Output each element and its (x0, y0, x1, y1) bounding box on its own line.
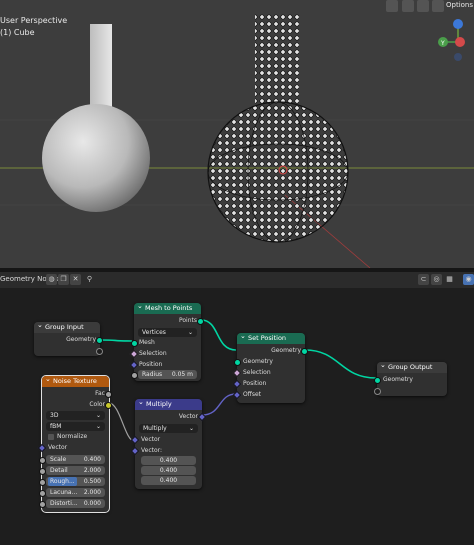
radius-field[interactable]: Radius 0.05 m (138, 370, 197, 379)
normalize-label: Normalize (57, 433, 88, 440)
snap-icon[interactable]: ⊂ (418, 274, 429, 285)
noise-texture-node[interactable]: Noise Texture Fac Color 3D⌄ fBM⌄ Normali… (37, 374, 112, 513)
group-input-geometry-label: Geometry (66, 336, 96, 343)
socket-lacunarity-in[interactable] (39, 490, 46, 497)
group-output-geometry-label: Geometry (383, 376, 413, 383)
socket-mesh-in[interactable] (131, 340, 138, 347)
vector-x-field[interactable]: 0.400 (141, 456, 196, 465)
socket-geometry-out[interactable] (96, 337, 103, 344)
vector-input-1-label: Vector (141, 436, 161, 443)
distortion-field[interactable]: Distorti... 0.000 (46, 499, 105, 508)
toggle-view-button[interactable] (386, 0, 398, 12)
viewport-object-name: (1) Cube (0, 28, 35, 37)
normalize-checkbox[interactable] (48, 434, 54, 440)
options-dropdown[interactable]: Options (446, 1, 473, 9)
selection-input-label: Selection (139, 350, 167, 357)
chevron-down-icon: ⌄ (95, 412, 101, 419)
socket-geometry-in[interactable] (374, 377, 381, 384)
toggle-view-button[interactable] (417, 0, 429, 12)
set-position-node[interactable]: Set Position Geometry Geometry Selection… (232, 331, 308, 403)
operation-dropdown[interactable]: Multiply ⌄ (139, 424, 198, 433)
roughness-field[interactable]: Rough... 0.500 (46, 477, 105, 486)
socket-empty-out[interactable] (96, 348, 103, 355)
socket-distortion-in[interactable] (39, 501, 46, 508)
socket-geometry-in[interactable] (234, 359, 241, 366)
mesh-input-label: Mesh (139, 339, 155, 346)
socket-fac-out[interactable] (105, 391, 112, 398)
node-editor-canvas[interactable]: Group Input Geometry Mesh to Points Poin… (0, 288, 474, 545)
vector-output-label: Vector (178, 413, 198, 420)
detail-field[interactable]: Detail 2.000 (46, 466, 105, 475)
socket-detail-in[interactable] (39, 468, 46, 475)
selection-input-label: Selection (243, 369, 271, 376)
geometry-input-label: Geometry (243, 358, 273, 365)
group-output-node[interactable]: Group Output Geometry (374, 360, 447, 396)
grid-icon[interactable]: ▦ (444, 274, 455, 285)
position-input-label: Position (243, 380, 267, 387)
noise-texture-title[interactable]: Noise Texture (42, 374, 109, 387)
toggle-view-button[interactable] (402, 0, 414, 12)
overlay-icon[interactable]: ◎ (431, 274, 442, 285)
mesh-to-points-node[interactable]: Mesh to Points Points Vertices⌄ Mesh Sel… (129, 301, 204, 381)
viewport-title: User Perspective (0, 16, 68, 25)
socket-scale-in[interactable] (39, 457, 46, 464)
vector-z-field[interactable]: 0.400 (141, 476, 196, 485)
node-editor-header: Geometry Nodes ◍ ❐ ✕ ⚲ ⊂ ◎ ▦ ◉ (0, 272, 474, 288)
pin-icon[interactable]: ⚲ (84, 274, 95, 285)
vector-multiply-node[interactable]: Multiply Vector Multiply⌄ Vector Vector:… (130, 397, 207, 489)
offset-input-label: Offset (243, 391, 262, 398)
vector-input-label: Vector (48, 444, 68, 451)
lacunarity-field[interactable]: Lacuna... 2.000 (46, 488, 105, 497)
socket-color-out[interactable] (105, 402, 112, 409)
group-input-node[interactable]: Group Input Geometry (34, 320, 103, 356)
set-position-geometry-out-label: Geometry (271, 347, 301, 354)
socket-geometry-out[interactable] (301, 348, 308, 355)
socket-empty-in[interactable] (374, 388, 381, 395)
mesh-to-points-title[interactable]: Mesh to Points (134, 301, 201, 314)
chevron-down-icon: ⌄ (188, 425, 194, 432)
copy-icon[interactable]: ❐ (58, 274, 69, 285)
set-position-title[interactable]: Set Position (237, 331, 305, 344)
fac-output-label: Fac (95, 390, 105, 397)
socket-radius-in[interactable] (131, 372, 138, 379)
shield-icon[interactable]: ◍ (46, 274, 57, 285)
node-settings-icon[interactable]: ◉ (463, 274, 474, 285)
3d-viewport[interactable]: User Perspective (1) Cube Options Y (0, 0, 474, 268)
viewport-scene (0, 14, 474, 268)
mode-dropdown[interactable]: Vertices ⌄ (138, 328, 197, 337)
vector-input-2-label: Vector: (141, 447, 163, 454)
group-output-title[interactable]: Group Output (377, 360, 447, 373)
point-cloud-object (207, 14, 349, 243)
vector-y-field[interactable]: 0.400 (141, 466, 196, 475)
scale-field[interactable]: Scale 0.400 (46, 455, 105, 464)
solid-mesh-object (42, 24, 150, 212)
toggle-view-button[interactable] (432, 0, 444, 12)
socket-points-out[interactable] (197, 318, 204, 325)
points-output-label: Points (178, 317, 197, 324)
group-input-title[interactable]: Group Input (34, 320, 100, 333)
chevron-down-icon: ⌄ (187, 329, 193, 336)
position-input-label: Position (139, 361, 163, 368)
multiply-title[interactable]: Multiply (135, 397, 202, 410)
close-icon[interactable]: ✕ (70, 274, 81, 285)
dimensions-dropdown[interactable]: 3D ⌄ (46, 411, 105, 420)
chevron-down-icon: ⌄ (95, 423, 101, 430)
color-output-label: Color (89, 401, 105, 408)
noise-type-dropdown[interactable]: fBM ⌄ (46, 422, 105, 431)
socket-roughness-in[interactable] (39, 479, 46, 486)
